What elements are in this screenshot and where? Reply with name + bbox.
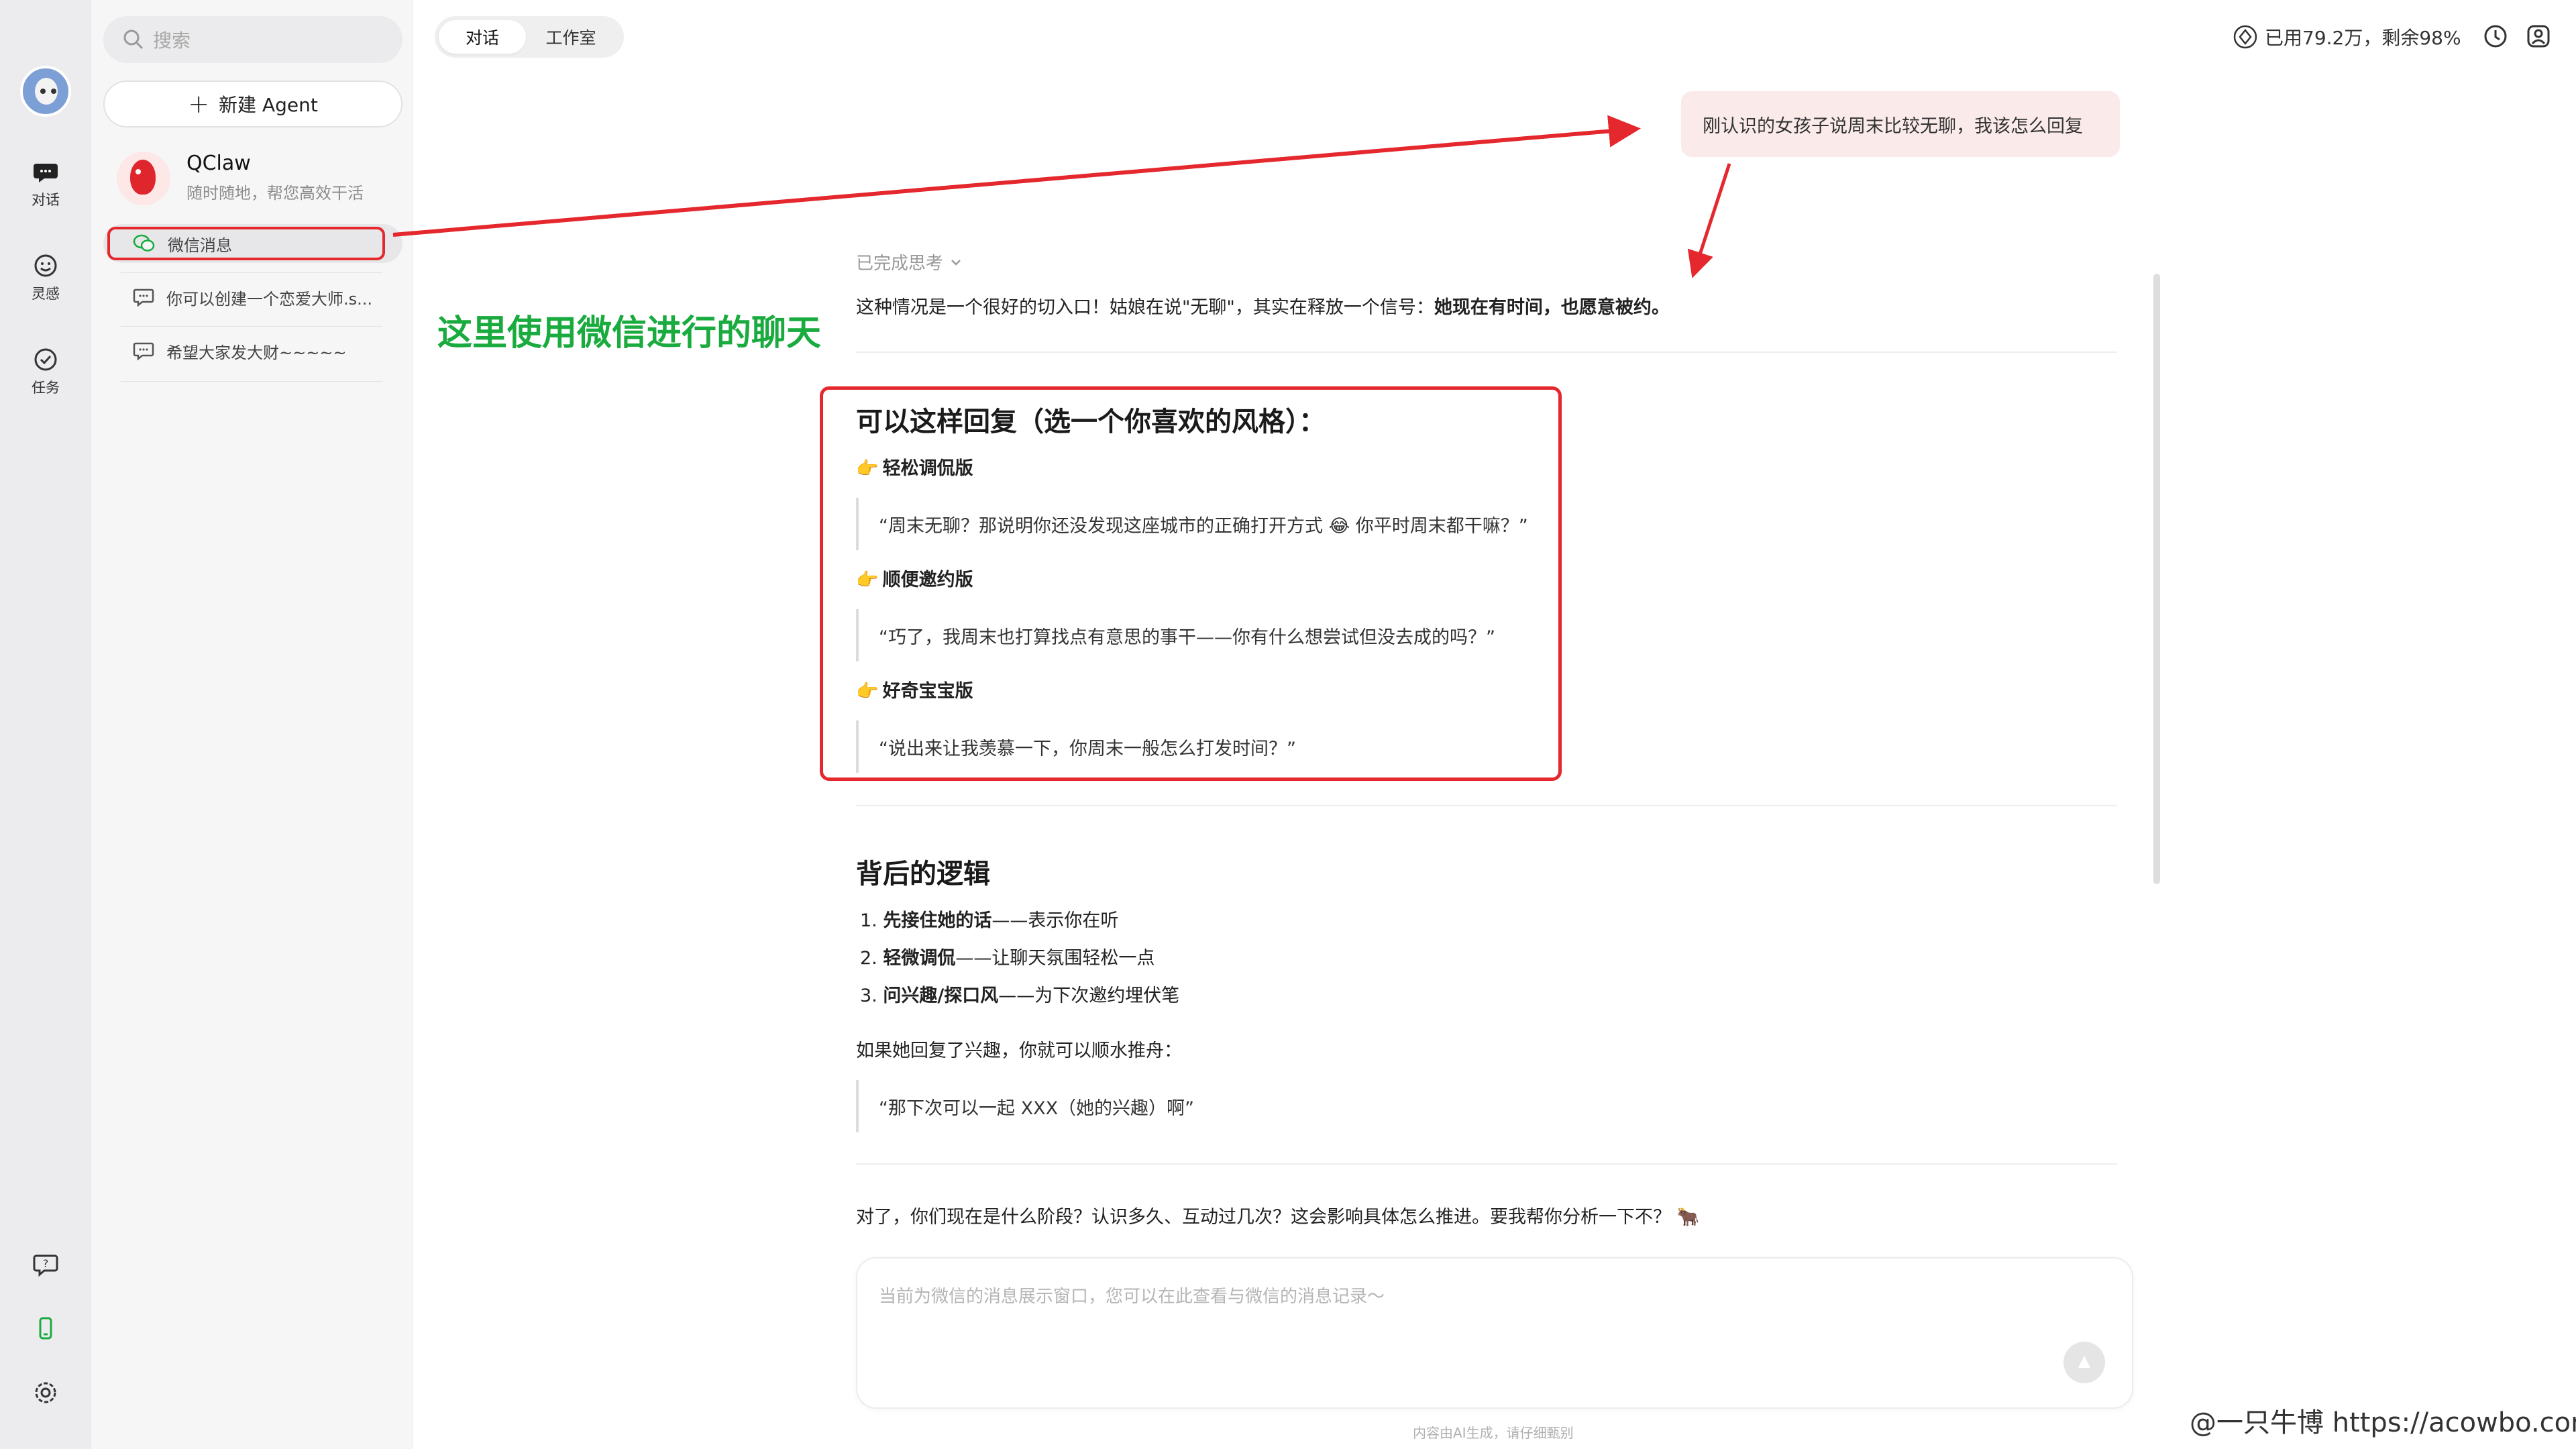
user-icon	[2527, 25, 2550, 48]
check-circle-icon	[34, 348, 57, 371]
list-number: 3.	[860, 985, 877, 1006]
chat-item-label: 你可以创建一个恋爱大师.s...	[166, 289, 373, 309]
message-input[interactable]: 当前为微信的消息展示窗口，您可以在此查看与微信的消息记录～	[856, 1257, 2133, 1409]
search-input[interactable]: 搜索	[103, 16, 402, 63]
intro-bold-text: 她现在有时间，也愿意被约。	[1434, 297, 1670, 318]
list-text: ——为下次邀约埋伏笔	[998, 985, 1180, 1006]
rail-label-tasks: 任务	[32, 380, 60, 396]
list-bold: 先接住她的话	[883, 910, 992, 931]
new-agent-button[interactable]: + 新建 Agent	[103, 80, 402, 127]
tab-studio[interactable]: 工作室	[526, 20, 616, 54]
chat-item-wish[interactable]: 希望大家发大财~~~~~	[103, 331, 402, 370]
rail-item-tasks[interactable]: 任务	[0, 346, 91, 397]
plus-icon: +	[188, 89, 210, 119]
thinking-label: 已完成思考	[856, 254, 944, 274]
agent-subtitle: 随时随地，帮您高效干活	[186, 184, 364, 203]
section-title-logic: 背后的逻辑	[856, 859, 990, 890]
rail-item-chat[interactable]: 对话	[0, 158, 91, 209]
history-button[interactable]	[2482, 23, 2509, 52]
phone-icon	[39, 1317, 52, 1340]
send-arrow-icon	[2078, 1356, 2090, 1368]
list-number: 1.	[860, 910, 877, 931]
send-button[interactable]	[2063, 1342, 2105, 1383]
annotation-text: 这里使用微信进行的聊天	[437, 313, 822, 354]
arrow-line	[1687, 163, 1731, 278]
chat-icon	[133, 288, 154, 307]
list-bold: 问兴趣/探口风	[883, 985, 999, 1006]
sidebar: 搜索 + 新建 Agent QClaw 随时随地，帮您高效干活 微信消息 你可以…	[91, 0, 413, 1449]
user-message-bubble: 刚认识的女孩子说周末比较无聊，我该怎么回复	[1681, 91, 2120, 157]
followup-text: 如果她回复了兴趣，你就可以顺水推舟：	[856, 1040, 1182, 1061]
diamond-icon	[2233, 25, 2257, 49]
qclaw-logo-icon	[117, 152, 170, 205]
settings-icon	[35, 1382, 56, 1403]
divider	[121, 326, 382, 327]
usage-quota[interactable]: 已用79.2万，剩余98%	[2233, 21, 2461, 52]
rail-label-chat: 对话	[32, 192, 60, 208]
tab-chat[interactable]: 对话	[439, 20, 526, 54]
left-rail: 对话 灵感 任务 ?	[0, 0, 91, 1449]
mode-tabs: 对话 工作室	[435, 16, 624, 58]
rail-label-inspiration: 灵感	[32, 286, 60, 302]
list-number: 2.	[860, 948, 877, 969]
closing-paragraph: 对了，你们现在是什么阶段？认识多久、互动过几次？这会影响具体怎么推进。要我帮你分…	[856, 1207, 1700, 1228]
clock-icon	[2484, 25, 2507, 48]
chat-item-label: 希望大家发大财~~~~~	[166, 343, 347, 362]
smile-face-icon	[34, 254, 57, 277]
chat-item-wechat[interactable]: 微信消息	[103, 224, 402, 263]
profile-button[interactable]	[2525, 23, 2552, 52]
divider	[856, 352, 2117, 353]
list-text: ——表示你在听	[991, 910, 1119, 931]
user-avatar[interactable]	[20, 66, 71, 117]
chat-icon	[133, 342, 154, 361]
scrollbar[interactable]	[2153, 274, 2160, 884]
divider	[856, 805, 2117, 806]
agent-name: QClaw	[186, 152, 251, 175]
intro-text: 这种情况是一个很好的切入口！姑娘在说"无聊"，其实在释放一个信号：	[856, 297, 1434, 318]
chevron-down-icon	[951, 259, 961, 266]
highlight-box	[820, 386, 1562, 781]
svg-text:?: ?	[43, 1257, 49, 1270]
chat-item-love-master[interactable]: 你可以创建一个恋爱大师.s...	[103, 278, 402, 317]
list-item: 2. 轻微调侃——让聊天氛围轻松一点	[860, 943, 1155, 969]
divider	[856, 1163, 2117, 1165]
search-icon	[123, 30, 144, 50]
list-bold: 轻微调侃	[883, 948, 956, 969]
followup-quote: “那下次可以一起 XXX（她的兴趣）啊”	[856, 1080, 1194, 1132]
highlight-box	[107, 227, 385, 260]
new-agent-label: 新建 Agent	[219, 94, 318, 116]
quota-text: 已用79.2万，剩余98%	[2265, 27, 2461, 49]
intro-paragraph: 这种情况是一个很好的切入口！姑娘在说"无聊"，其实在释放一个信号：她现在有时间，…	[856, 292, 1670, 319]
arrow-line	[392, 115, 1641, 237]
phone-button[interactable]	[0, 1315, 91, 1342]
divider	[121, 272, 382, 273]
search-placeholder: 搜索	[153, 30, 191, 52]
list-text: ——让聊天氛围轻松一点	[955, 948, 1155, 969]
watermark: @一只牛博 https://acowbo.com	[2190, 1407, 2576, 1438]
agent-card[interactable]: QClaw 随时随地，帮您高效干活	[111, 149, 400, 209]
ai-disclaimer: 内容由AI生成，请仔细甄别	[1413, 1425, 1574, 1441]
settings-button[interactable]	[0, 1379, 91, 1406]
input-placeholder: 当前为微信的消息展示窗口，您可以在此查看与微信的消息记录～	[879, 1287, 1385, 1307]
help-icon: ?	[33, 1254, 58, 1277]
thinking-toggle[interactable]: 已完成思考	[856, 250, 963, 274]
chat-bubble-icon	[34, 164, 58, 182]
rail-item-inspiration[interactable]: 灵感	[0, 252, 91, 303]
list-item: 1. 先接住她的话——表示你在听	[860, 906, 1118, 932]
help-button[interactable]: ?	[0, 1250, 91, 1277]
divider	[121, 381, 382, 382]
list-item: 3. 问兴趣/探口风——为下次邀约埋伏笔	[860, 981, 1179, 1007]
